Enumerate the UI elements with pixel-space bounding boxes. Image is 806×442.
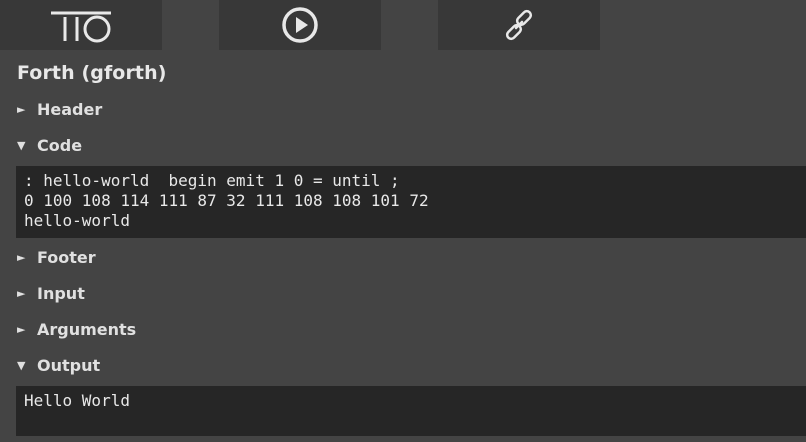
language-title[interactable]: Forth (gforth)	[17, 62, 167, 84]
code-line: 0 100 108 114 111 87 32 111 108 108 101 …	[24, 191, 429, 210]
section-input-toggle[interactable]: ► Input	[17, 284, 85, 303]
section-label: Output	[37, 356, 101, 375]
expand-arrow-icon: ►	[17, 323, 26, 336]
section-label: Arguments	[37, 320, 137, 339]
output-panel[interactable]: Hello World	[16, 386, 806, 436]
collapse-arrow-icon: ▼	[17, 359, 26, 372]
section-label: Footer	[37, 248, 96, 267]
permalink-button[interactable]	[438, 0, 600, 50]
section-label: Input	[37, 284, 85, 303]
code-editor[interactable]: : hello-world begin emit 1 0 = until ; 0 …	[16, 166, 806, 238]
code-line: hello-world	[24, 211, 130, 230]
section-output-toggle[interactable]: ▼ Output	[17, 356, 100, 375]
expand-arrow-icon: ►	[17, 251, 26, 264]
chain-link-icon	[505, 9, 533, 41]
top-toolbar	[0, 0, 806, 50]
section-label: Code	[37, 136, 83, 155]
play-icon	[282, 7, 318, 43]
expand-arrow-icon: ►	[17, 103, 26, 116]
collapse-arrow-icon: ▼	[17, 139, 26, 152]
section-arguments-toggle[interactable]: ► Arguments	[17, 320, 136, 339]
section-code-toggle[interactable]: ▼ Code	[17, 136, 82, 155]
expand-arrow-icon: ►	[17, 287, 26, 300]
section-header-toggle[interactable]: ► Header	[17, 100, 102, 119]
home-button[interactable]	[0, 0, 162, 50]
section-footer-toggle[interactable]: ► Footer	[17, 248, 96, 267]
run-button[interactable]	[219, 0, 381, 50]
section-label: Header	[37, 100, 103, 119]
output-text: Hello World	[24, 391, 130, 410]
tio-logo-icon	[51, 11, 111, 43]
code-line: : hello-world begin emit 1 0 = until ;	[24, 171, 400, 190]
